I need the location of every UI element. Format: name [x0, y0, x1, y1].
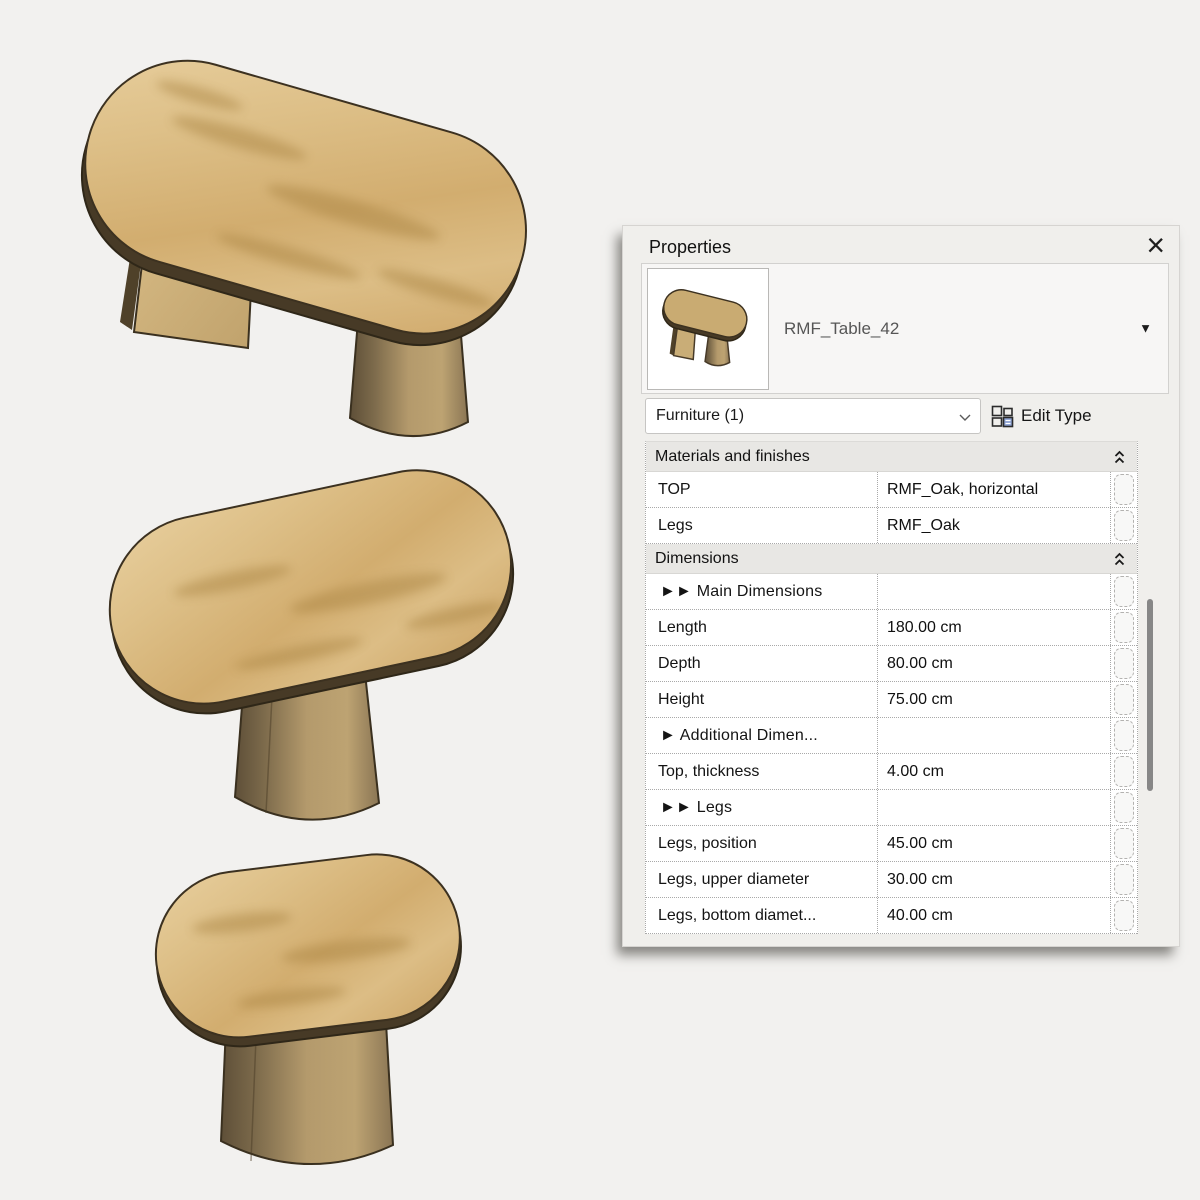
property-value[interactable] — [878, 718, 1111, 753]
table-thumbnail-icon — [648, 269, 768, 389]
property-value[interactable]: RMF_Oak — [878, 508, 1111, 543]
property-value[interactable]: 45.00 cm — [878, 826, 1111, 861]
table-render-small — [125, 845, 475, 1185]
property-value[interactable]: 40.00 cm — [878, 898, 1111, 933]
property-value[interactable]: RMF_Oak, horizontal — [878, 472, 1111, 507]
associate-button-cell — [1111, 826, 1137, 861]
associate-button-cell — [1111, 574, 1137, 609]
canvas: Properties × RMF_Table_42 ▼ Furniture ( — [0, 0, 1200, 1200]
associate-button-cell — [1111, 610, 1137, 645]
property-value[interactable]: 180.00 cm — [878, 610, 1111, 645]
properties-panel: Properties × RMF_Table_42 ▼ Furniture ( — [622, 225, 1180, 947]
property-value[interactable]: 30.00 cm — [878, 862, 1111, 897]
property-label: ►► Main Dimensions — [646, 574, 878, 609]
section-header-label: Dimensions — [655, 550, 739, 568]
associate-parameter-button[interactable] — [1114, 510, 1134, 541]
section-header-label: Materials and finishes — [655, 448, 810, 466]
associate-button-cell — [1111, 508, 1137, 543]
property-label: TOP — [646, 472, 878, 507]
associate-button-cell — [1111, 790, 1137, 825]
property-label: Top, thickness — [646, 754, 878, 789]
category-dropdown[interactable]: Furniture (1) — [645, 398, 981, 434]
panel-title: Properties — [649, 237, 731, 258]
property-row: Height75.00 cm — [646, 682, 1137, 718]
associate-button-cell — [1111, 682, 1137, 717]
section-header[interactable]: Dimensions — [646, 544, 1137, 574]
chevron-down-icon — [959, 414, 971, 421]
associate-button-cell — [1111, 718, 1137, 753]
property-row: Legs, upper diameter30.00 cm — [646, 862, 1137, 898]
collapse-section-icon[interactable] — [1113, 449, 1126, 465]
associate-button-cell — [1111, 898, 1137, 933]
associate-button-cell — [1111, 472, 1137, 507]
property-row: ►► Main Dimensions — [646, 574, 1137, 610]
section-header[interactable]: Materials and finishes — [646, 442, 1137, 472]
property-label: ► Additional Dimen... — [646, 718, 878, 753]
property-value[interactable]: 75.00 cm — [878, 682, 1111, 717]
associate-button-cell — [1111, 754, 1137, 789]
associate-button-cell — [1111, 862, 1137, 897]
associate-parameter-button[interactable] — [1114, 792, 1134, 823]
property-label: Depth — [646, 646, 878, 681]
property-label: Legs, bottom diamet... — [646, 898, 878, 933]
associate-button-cell — [1111, 646, 1137, 681]
family-thumbnail — [647, 268, 769, 390]
property-label: Length — [646, 610, 878, 645]
table-render-medium — [95, 455, 535, 845]
category-dropdown-value: Furniture (1) — [656, 407, 744, 425]
close-icon[interactable]: × — [1146, 226, 1165, 264]
associate-parameter-button[interactable] — [1114, 474, 1134, 505]
edit-type-icon — [991, 405, 1014, 428]
associate-parameter-button[interactable] — [1114, 828, 1134, 859]
property-value[interactable] — [878, 790, 1111, 825]
property-row: Legs, bottom diamet...40.00 cm — [646, 898, 1137, 934]
associate-parameter-button[interactable] — [1114, 900, 1134, 931]
property-row: Top, thickness4.00 cm — [646, 754, 1137, 790]
associate-parameter-button[interactable] — [1114, 648, 1134, 679]
property-label: Legs — [646, 508, 878, 543]
type-name: RMF_Table_42 — [784, 264, 899, 393]
table-render-large — [25, 10, 595, 480]
property-row: TOPRMF_Oak, horizontal — [646, 472, 1137, 508]
property-row: Length180.00 cm — [646, 610, 1137, 646]
associate-parameter-button[interactable] — [1114, 684, 1134, 715]
associate-parameter-button[interactable] — [1114, 756, 1134, 787]
associate-parameter-button[interactable] — [1114, 720, 1134, 751]
property-grid: Materials and finishes TOPRMF_Oak, horizo… — [645, 441, 1138, 934]
edit-type-label: Edit Type — [1021, 406, 1092, 426]
property-label: Legs, position — [646, 826, 878, 861]
property-value[interactable]: 80.00 cm — [878, 646, 1111, 681]
associate-parameter-button[interactable] — [1114, 864, 1134, 895]
type-preview-box: RMF_Table_42 ▼ — [641, 263, 1169, 394]
associate-parameter-button[interactable] — [1114, 576, 1134, 607]
property-label: Legs, upper diameter — [646, 862, 878, 897]
type-dropdown-caret-icon[interactable]: ▼ — [1139, 320, 1152, 335]
type-selector-row: Furniture (1) Edit Type — [623, 398, 1179, 434]
property-row: Depth80.00 cm — [646, 646, 1137, 682]
associate-parameter-button[interactable] — [1114, 612, 1134, 643]
property-label: Height — [646, 682, 878, 717]
property-row: Legs, position45.00 cm — [646, 826, 1137, 862]
scrollbar-thumb[interactable] — [1147, 599, 1153, 791]
property-value[interactable]: 4.00 cm — [878, 754, 1111, 789]
property-row: LegsRMF_Oak — [646, 508, 1137, 544]
property-row: ► Additional Dimen... — [646, 718, 1137, 754]
property-value[interactable] — [878, 574, 1111, 609]
collapse-section-icon[interactable] — [1113, 551, 1126, 567]
edit-type-button[interactable]: Edit Type — [987, 400, 1096, 432]
property-label: ►► Legs — [646, 790, 878, 825]
property-row: ►► Legs — [646, 790, 1137, 826]
